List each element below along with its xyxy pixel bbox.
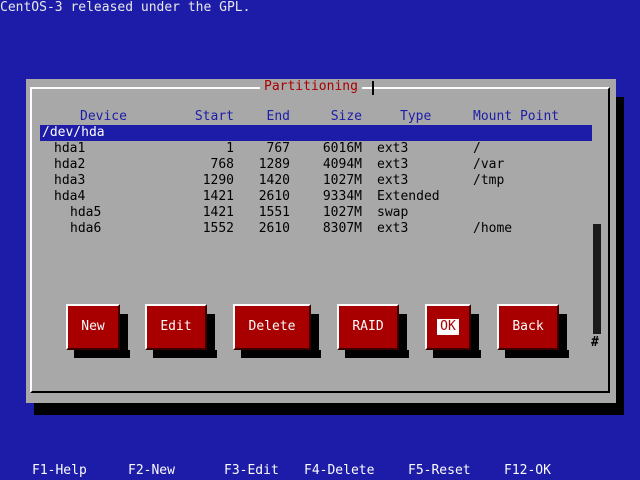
partition-mount: / — [473, 141, 481, 156]
scroll-thumb-icon[interactable]: # — [591, 335, 599, 351]
partition-end: 1420 — [258, 173, 290, 188]
edit-button[interactable]: Edit — [145, 304, 215, 358]
new-button-label: New — [81, 319, 105, 334]
back-button-shadow — [505, 350, 569, 358]
partition-mount: /home — [473, 221, 513, 236]
partition-device: hda4 — [54, 189, 86, 204]
partition-start: 1290 — [202, 173, 234, 188]
col-type: Type — [400, 109, 432, 124]
col-mount: Mount Point — [473, 109, 560, 124]
partition-mount: /tmp — [473, 173, 505, 188]
col-start: Start — [194, 109, 234, 124]
f12-ok-hint: F12-OK — [504, 463, 551, 478]
partition-device: hda6 — [70, 221, 102, 236]
partition-row[interactable]: hda5 1421 1551 1027M swap — [40, 205, 592, 221]
f1-help-hint: F1-Help — [32, 463, 87, 478]
disk-label: /dev/hda — [42, 125, 105, 140]
partition-mount: /var — [473, 157, 505, 172]
raid-button-shadow — [345, 350, 409, 358]
partition-size: 4094M — [322, 157, 362, 172]
partition-device: hda5 — [70, 205, 102, 220]
partition-type: Extended — [377, 189, 440, 204]
raid-button-label: RAID — [352, 319, 384, 334]
partitioning-dialog: Partitioning Device Start End Size Type … — [26, 79, 616, 403]
partition-size: 9334M — [322, 189, 362, 204]
dialog-title: Partitioning — [260, 79, 362, 95]
col-device: Device — [80, 109, 127, 124]
list-header: Device Start End Size Type Mount Point — [40, 109, 592, 125]
partition-end: 1551 — [258, 205, 290, 220]
partition-start: 1421 — [202, 205, 234, 220]
partition-end: 2610 — [258, 189, 290, 204]
partition-device: hda3 — [54, 173, 86, 188]
ok-button-label: OK — [437, 319, 459, 335]
partition-type: ext3 — [377, 173, 409, 188]
ok-button-shadow — [433, 350, 481, 358]
ok-button[interactable]: OK — [425, 304, 479, 358]
partition-type: ext3 — [377, 141, 409, 156]
partition-device: hda2 — [54, 157, 86, 172]
partition-start: 1 — [226, 141, 234, 156]
partition-size: 1027M — [322, 173, 362, 188]
partition-row[interactable]: hda4 1421 2610 9334M Extended — [40, 189, 592, 205]
f5-reset-hint: F5-Reset — [408, 463, 471, 478]
partition-start: 1421 — [202, 189, 234, 204]
partition-size: 6016M — [322, 141, 362, 156]
delete-button-label: Delete — [248, 319, 296, 334]
partition-start: 1552 — [202, 221, 234, 236]
release-banner: CentOS-3 released under the GPL. — [0, 0, 251, 15]
f2-new-hint: F2-New — [128, 463, 175, 478]
partition-end: 2610 — [258, 221, 290, 236]
edit-button-label: Edit — [160, 319, 192, 334]
disk-row[interactable]: /dev/hda — [40, 125, 592, 141]
partition-list[interactable]: Device Start End Size Type Mount Point /… — [40, 109, 592, 237]
partition-row[interactable]: hda6 1552 2610 8307M ext3/home — [40, 221, 592, 237]
partition-end: 767 — [266, 141, 290, 156]
raid-button[interactable]: RAID — [337, 304, 407, 358]
f4-delete-hint: F4-Delete — [304, 463, 375, 478]
back-button-label: Back — [512, 319, 544, 334]
partition-type: ext3 — [377, 221, 409, 236]
col-end: End — [266, 109, 290, 124]
back-button[interactable]: Back — [497, 304, 567, 358]
f3-edit-hint: F3-Edit — [224, 463, 279, 478]
function-key-bar: F1-Help F2-New F3-Edit F4-Delete F5-Rese… — [0, 463, 640, 480]
partition-row[interactable]: hda2 768 1289 4094M ext3/var — [40, 157, 592, 173]
partition-size: 8307M — [322, 221, 362, 236]
partition-device: hda1 — [54, 141, 86, 156]
partition-type: swap — [377, 205, 409, 220]
col-size: Size — [330, 109, 362, 124]
edit-button-shadow — [153, 350, 217, 358]
delete-button-shadow — [241, 350, 321, 358]
partition-start: 768 — [210, 157, 234, 172]
delete-button[interactable]: Delete — [233, 304, 319, 358]
new-button-shadow — [74, 350, 130, 358]
partition-row[interactable]: hda3 1290 1420 1027M ext3/tmp — [40, 173, 592, 189]
partition-size: 1027M — [322, 205, 362, 220]
title-right-bar — [372, 81, 374, 95]
partition-type: ext3 — [377, 157, 409, 172]
partition-end: 1289 — [258, 157, 290, 172]
partition-row[interactable]: hda1 1 767 6016M ext3 / — [40, 141, 592, 157]
new-button[interactable]: New — [66, 304, 128, 358]
list-scrollbar[interactable] — [593, 224, 601, 334]
